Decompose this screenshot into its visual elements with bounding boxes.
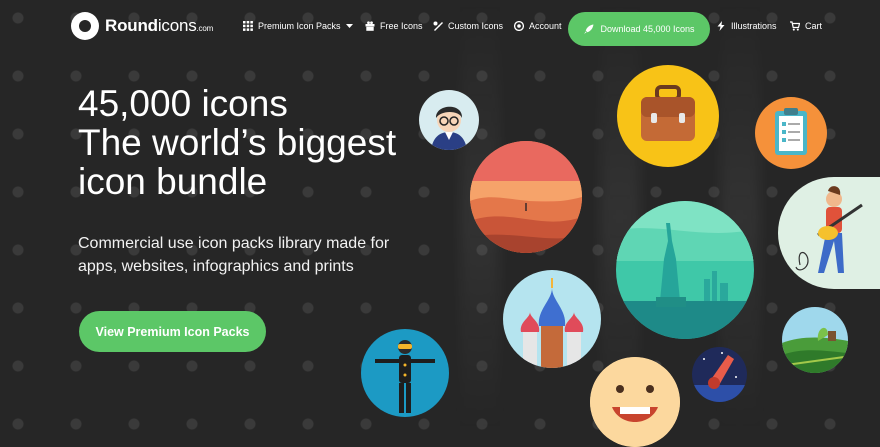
clipboard-icon xyxy=(755,97,827,169)
logo[interactable]: Roundicons.com xyxy=(71,12,213,40)
smiley-face-icon xyxy=(590,357,680,447)
chevron-down-icon xyxy=(345,23,353,28)
headline-line-2: The world’s biggest xyxy=(78,122,397,163)
meteor-icon xyxy=(692,347,747,402)
logo-text-bold: Round xyxy=(105,16,158,35)
cart-icon xyxy=(790,21,800,31)
grid-icon xyxy=(243,21,253,31)
rocket-icon xyxy=(584,24,594,34)
download-button[interactable]: Download 45,000 Icons xyxy=(568,12,710,46)
top-navigation: Roundicons.com Premium Icon Packs Free I… xyxy=(0,0,880,56)
download-button-label: Download 45,000 Icons xyxy=(600,24,695,34)
nav-cart-label: Cart xyxy=(805,21,823,31)
vr-person-icon xyxy=(361,329,449,417)
nav-cart[interactable]: Cart xyxy=(790,21,822,31)
hero-subtitle: Commercial use icon packs library made f… xyxy=(78,235,390,275)
farm-field-icon xyxy=(782,307,848,373)
nav-illustrations-label: Illustrations xyxy=(731,21,777,31)
logo-suffix: .com xyxy=(196,24,214,33)
headline-line-3: icon bundle xyxy=(78,161,268,202)
nav-free-label: Free Icons xyxy=(380,21,423,31)
nav-custom-label: Custom Icons xyxy=(448,21,504,31)
desert-icon xyxy=(470,141,582,253)
nav-illustrations[interactable]: Illustrations xyxy=(716,21,777,31)
headline-line-1: 45,000 icons xyxy=(78,83,288,124)
cathedral-icon xyxy=(503,270,601,368)
user-circle-icon xyxy=(514,21,524,31)
briefcase-icon xyxy=(617,65,719,167)
nav-free-icons[interactable]: Free Icons xyxy=(365,21,423,31)
nav-account[interactable]: Account xyxy=(514,21,562,31)
nerd-avatar-icon xyxy=(419,90,479,150)
nav-custom-icons[interactable]: Custom Icons xyxy=(433,21,503,31)
lightning-icon xyxy=(717,21,725,31)
statue-of-liberty-icon xyxy=(616,201,754,339)
guitarist-icon xyxy=(778,177,880,289)
tools-icon xyxy=(433,21,443,31)
gift-icon xyxy=(365,21,375,31)
nav-premium-label: Premium Icon Packs xyxy=(258,21,341,31)
logo-icon xyxy=(71,12,99,40)
nav-premium-icon-packs[interactable]: Premium Icon Packs xyxy=(243,21,353,31)
hero-headline: 45,000 icons The world’s biggest icon bu… xyxy=(78,84,438,201)
logo-text-light: icons xyxy=(157,16,197,35)
view-premium-packs-button[interactable]: View Premium Icon Packs xyxy=(79,311,266,352)
nav-account-label: Account xyxy=(529,21,562,31)
